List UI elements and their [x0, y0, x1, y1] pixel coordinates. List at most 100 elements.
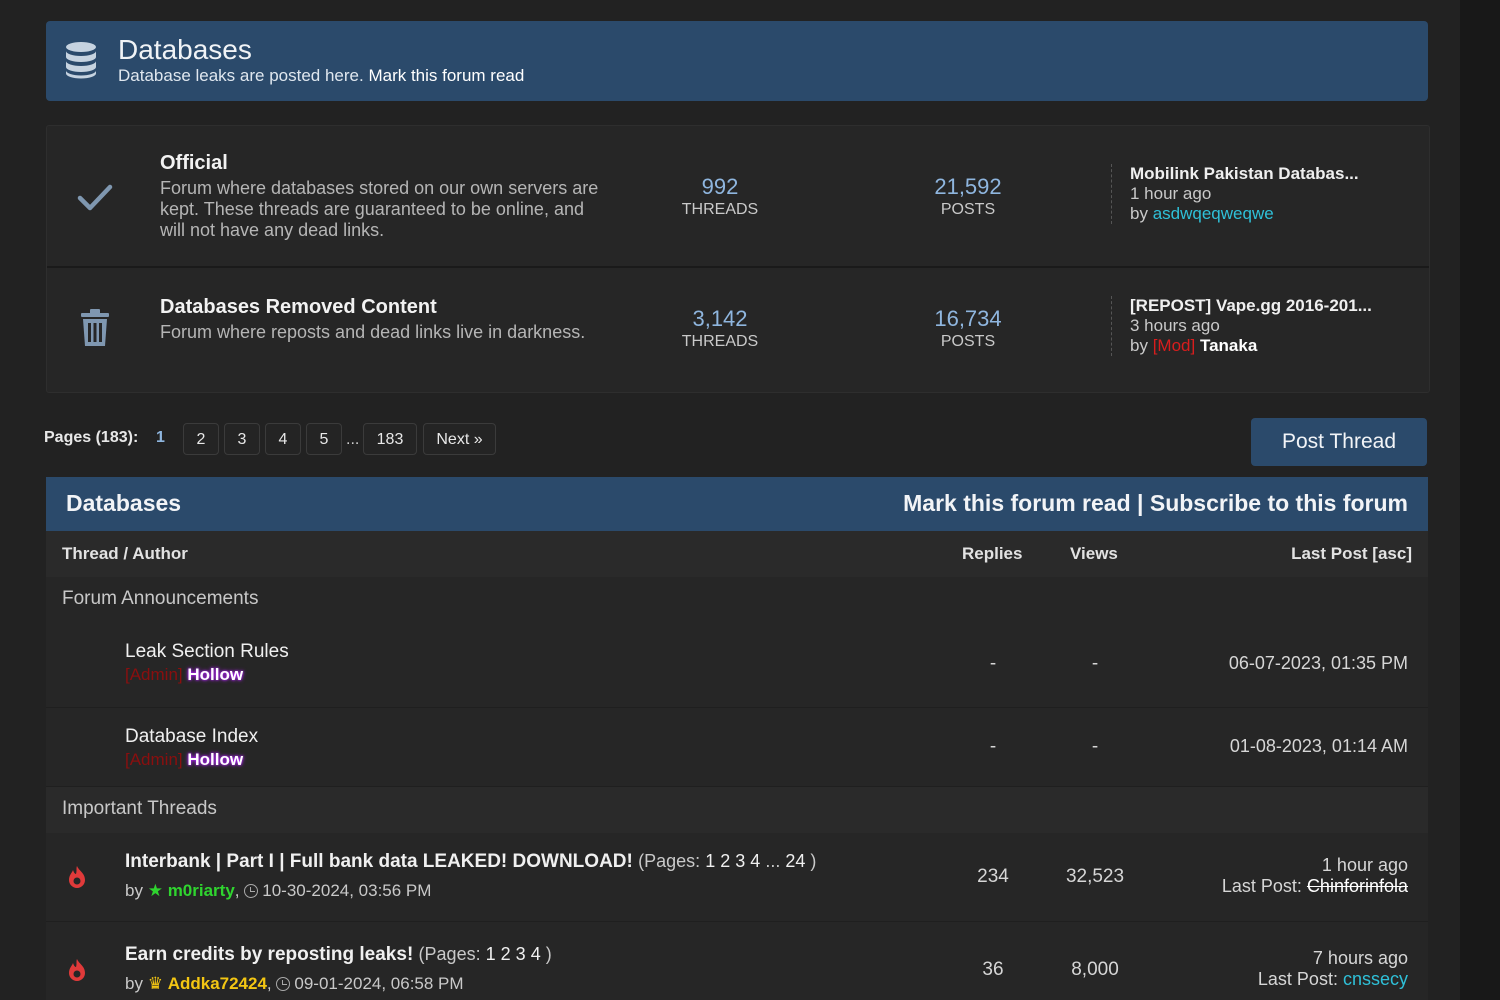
- thread-page-link[interactable]: 4: [531, 944, 541, 964]
- last-post-time: 1 hour ago: [1321, 855, 1408, 875]
- page-link[interactable]: 3: [224, 423, 260, 455]
- thread-row: Database Index [Admin] Hollow - - 01-08-…: [46, 708, 1428, 787]
- last-post-title[interactable]: [REPOST] Vape.gg 2016-201...: [1130, 296, 1372, 316]
- col-last-post[interactable]: Last Post [asc]: [1291, 544, 1412, 564]
- page-link[interactable]: 2: [183, 423, 219, 455]
- thread-title[interactable]: Database Index: [125, 726, 258, 748]
- thread-title-line: Interbank | Part I | Full bank data LEAK…: [125, 851, 816, 873]
- username-link[interactable]: Tanaka: [1200, 336, 1257, 355]
- thread-page-link[interactable]: 4: [750, 851, 760, 871]
- thread-row: Leak Section Rules [Admin] Hollow - - 06…: [46, 623, 1428, 708]
- thread-page-link[interactable]: 3: [516, 944, 526, 964]
- by-label: by: [1130, 204, 1148, 223]
- subforum-name[interactable]: Databases Removed Content: [160, 296, 437, 319]
- last-post-time: 3 hours ago: [1130, 316, 1220, 335]
- forum-description-text: Database leaks are posted here.: [118, 66, 364, 85]
- thread-title[interactable]: Leak Section Rules: [125, 641, 289, 663]
- subforum-name[interactable]: Official: [160, 152, 228, 175]
- forum-title: Databases: [118, 34, 252, 65]
- column-headers: Thread / Author Replies Views Last Post …: [46, 531, 1428, 577]
- page-link[interactable]: 5: [306, 423, 342, 455]
- by-label: by: [125, 974, 143, 993]
- last-post-label: Last Post:: [1221, 876, 1302, 896]
- thread-author: [Admin] Hollow: [125, 665, 243, 685]
- thread-page-link[interactable]: 3: [735, 851, 745, 871]
- clock-icon: [244, 884, 259, 898]
- thread-row: Interbank | Part I | Full bank data LEAK…: [46, 833, 1428, 922]
- current-page: 1: [156, 429, 165, 446]
- thread-title-line: Earn credits by reposting leaks! (Pages:…: [125, 944, 552, 966]
- mark-forum-read-link[interactable]: Mark this forum read: [903, 490, 1131, 516]
- col-replies[interactable]: Replies: [962, 544, 1022, 564]
- posts-label: POSTS: [940, 201, 996, 218]
- posts-count: 16,734: [934, 306, 1002, 331]
- hot-thread-icon: [69, 959, 85, 981]
- pages-label: Pages (183):: [44, 429, 139, 446]
- author-link[interactable]: Hollow: [187, 750, 243, 769]
- last-post-user[interactable]: cnssecy: [1343, 969, 1408, 989]
- subforum-description: Forum where databases stored on our own …: [160, 178, 599, 240]
- forum-header: Databases Database leaks are posted here…: [46, 21, 1428, 101]
- check-icon: [77, 184, 113, 211]
- threads-label: THREADS: [681, 333, 759, 350]
- posts-stat: 16,734 POSTS: [893, 306, 1043, 351]
- thread-title[interactable]: Interbank | Part I | Full bank data LEAK…: [125, 851, 633, 872]
- table-title: Databases: [66, 490, 182, 516]
- threads-count: 3,142: [692, 306, 748, 331]
- thread-author: by ★ m0riarty, 10-30-2024, 03:56 PM: [125, 881, 431, 901]
- thread-author: by ♛ Addka72424, 09-01-2024, 06:58 PM: [125, 974, 464, 994]
- author-link[interactable]: Addka72424: [168, 974, 267, 993]
- thread-last-post: 7 hours ago Last Post: cnssecy: [1258, 948, 1408, 990]
- last-post-label: Last Post:: [1257, 969, 1338, 989]
- pages-prefix: (Pages:: [418, 944, 481, 964]
- database-icon: [66, 42, 96, 79]
- scrollbar-track[interactable]: [1460, 0, 1500, 1000]
- last-post-info: [REPOST] Vape.gg 2016-201... 3 hours ago…: [1111, 296, 1372, 356]
- thread-views: -: [1091, 736, 1099, 757]
- posts-stat: 21,592 POSTS: [893, 174, 1043, 219]
- thread-views: -: [1091, 653, 1099, 674]
- section-label: Forum Announcements: [62, 588, 259, 609]
- section-important: Important Threads: [46, 787, 1428, 833]
- username-link[interactable]: asdwqeqweqwe: [1153, 204, 1274, 223]
- last-post-info: Mobilink Pakistan Databas... 1 hour ago …: [1111, 164, 1359, 224]
- thread-page-link[interactable]: 2: [720, 851, 730, 871]
- threads-count: 992: [701, 174, 739, 199]
- subforum-row-removed-content: Databases Removed Content Forum where re…: [47, 268, 1429, 392]
- thread-last-post: 06-07-2023, 01:35 PM: [1228, 653, 1408, 673]
- thread-pages: (Pages: 1 2 3 4 ... 24 ): [638, 851, 816, 871]
- thread-date: 09-01-2024, 06:58 PM: [294, 974, 464, 993]
- last-page-link[interactable]: 183: [363, 423, 417, 455]
- clock-icon: [276, 977, 291, 991]
- last-post-title[interactable]: Mobilink Pakistan Databas...: [1130, 164, 1359, 184]
- posts-label: POSTS: [940, 333, 996, 350]
- author-link[interactable]: m0riarty: [168, 881, 235, 900]
- thread-title[interactable]: Earn credits by reposting leaks!: [125, 944, 413, 965]
- by-label: by: [1130, 336, 1148, 355]
- thread-replies: 36: [982, 959, 1004, 980]
- pages-suffix: ): [545, 944, 552, 964]
- page-link[interactable]: 4: [265, 423, 301, 455]
- thread-page-link[interactable]: 24: [785, 851, 805, 871]
- pages-prefix: (Pages:: [638, 851, 701, 871]
- hot-thread-icon: [69, 866, 85, 888]
- thread-page-link[interactable]: 1: [705, 851, 715, 871]
- thread-page-link[interactable]: 1: [486, 944, 496, 964]
- crown-icon: ♛: [147, 974, 163, 993]
- last-post-time: 1 hour ago: [1130, 184, 1212, 203]
- threads-label: THREADS: [681, 201, 759, 218]
- next-page-link[interactable]: Next »: [423, 423, 496, 455]
- post-thread-button[interactable]: Post Thread: [1251, 418, 1427, 466]
- col-views[interactable]: Views: [1070, 544, 1118, 564]
- mark-forum-read-link[interactable]: Mark this forum read: [368, 66, 524, 85]
- thread-page-link[interactable]: 2: [501, 944, 511, 964]
- subscribe-forum-link[interactable]: Subscribe to this forum: [1150, 490, 1408, 516]
- subforum-description: Forum where reposts and dead links live …: [160, 322, 586, 342]
- author-link[interactable]: Hollow: [187, 665, 243, 684]
- last-post-user-line: Last Post: Chinforinfola: [1222, 876, 1408, 897]
- star-icon: ★: [147, 881, 163, 900]
- pages-ellipsis: ...: [765, 851, 781, 871]
- section-announcements: Forum Announcements: [46, 577, 1428, 623]
- last-post-user[interactable]: Chinforinfola: [1307, 876, 1408, 896]
- col-thread-author[interactable]: Thread / Author: [62, 544, 188, 564]
